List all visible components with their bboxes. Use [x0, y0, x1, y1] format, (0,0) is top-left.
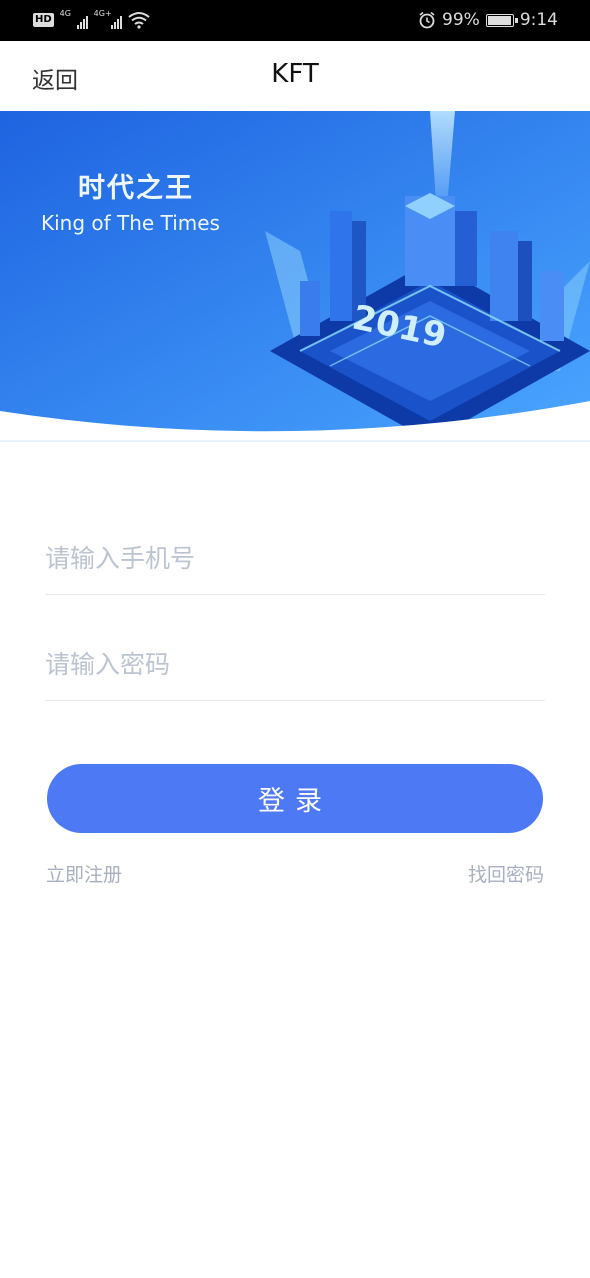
password-input[interactable] — [45, 628, 545, 700]
phone-field[interactable] — [45, 522, 545, 595]
banner-title-cn: 时代之王 — [78, 173, 194, 204]
forgot-password-link[interactable]: 找回密码 — [468, 860, 544, 887]
clock: 9:14 — [519, 10, 558, 30]
battery-percent: 99% — [442, 10, 480, 30]
battery-icon — [485, 13, 518, 27]
signal-icon: 4G — [59, 9, 88, 29]
network-type-label: 4G — [59, 9, 71, 18]
banner-title-en: King of The Times — [41, 211, 220, 235]
status-left: HD 4G 4G+ — [33, 9, 150, 31]
banner-illustration: 2019 — [0, 111, 590, 442]
register-link[interactable]: 立即注册 — [46, 860, 122, 887]
status-right: 99% 9:14 — [418, 8, 558, 32]
page-title: KFT — [271, 59, 319, 89]
login-button[interactable]: 登录 — [47, 764, 543, 833]
phone-input[interactable] — [45, 522, 545, 594]
status-bar: HD 4G 4G+ 99% 9:14 — [0, 0, 590, 41]
password-field[interactable] — [45, 628, 545, 701]
wifi-icon — [128, 12, 150, 29]
hero-banner: 2019 时代之王 King of The Times — [0, 111, 590, 442]
network-type-label-2: 4G+ — [93, 9, 112, 18]
nav-header: 返回 KFT — [0, 41, 590, 111]
hd-icon: HD — [33, 13, 54, 27]
alarm-icon — [419, 11, 435, 29]
signal-icon-2: 4G+ — [93, 9, 122, 29]
